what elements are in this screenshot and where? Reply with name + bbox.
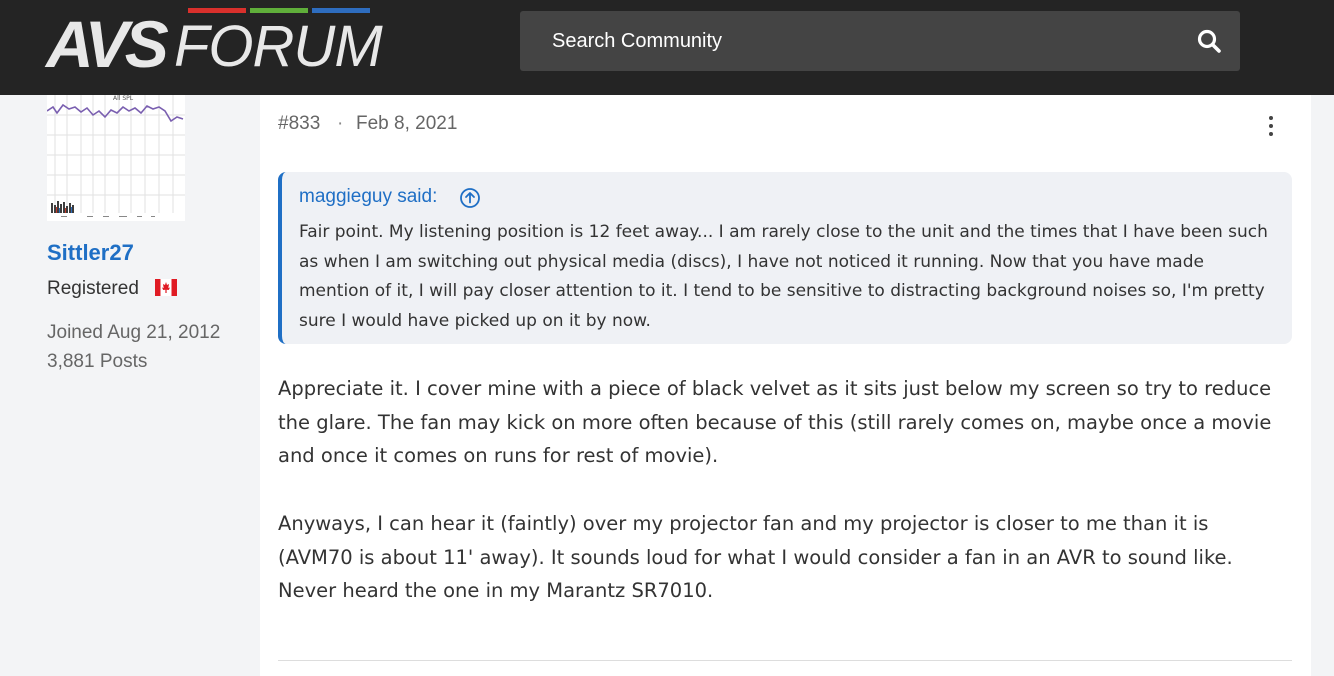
- canada-flag-icon: [155, 279, 177, 296]
- site-header: AVS FORUM Search Community: [0, 0, 1334, 95]
- post-number-link[interactable]: #833: [278, 113, 320, 135]
- user-role: Registered: [47, 278, 139, 299]
- arrow-up-circle-icon[interactable]: [459, 187, 481, 209]
- logo-forum-text: FORUM: [174, 14, 383, 79]
- site-logo[interactable]: AVS FORUM: [46, 7, 386, 81]
- quote-author-link[interactable]: maggieguy said:: [299, 186, 437, 208]
- more-vertical-icon[interactable]: [1263, 113, 1279, 139]
- post-meta-separator: ·: [337, 113, 344, 134]
- search-input[interactable]: Search Community: [520, 11, 1240, 71]
- search-placeholder: Search Community: [552, 30, 723, 52]
- post-count: 3,881 Posts: [47, 351, 148, 372]
- post-card: #833 · Feb 8, 2021 maggieguy said: Fair …: [260, 95, 1311, 676]
- post-date[interactable]: Feb 8, 2021: [356, 113, 457, 135]
- avatar-caption: All SPL: [113, 95, 134, 102]
- quote-block: maggieguy said: Fair point. My listening…: [278, 172, 1292, 344]
- quote-text: Fair point. My listening position is 12 …: [299, 222, 1268, 331]
- avatar-graph-image: All SPL: [47, 95, 185, 221]
- post-paragraph-1: Appreciate it. I cover mine with a piece…: [278, 377, 1272, 467]
- post-paragraph-2: Anyways, I can hear it (faintly) over my…: [278, 512, 1233, 602]
- username-link[interactable]: Sittler27: [47, 240, 134, 266]
- join-date: Joined Aug 21, 2012: [47, 322, 221, 343]
- logo-avs-text: AVS: [46, 7, 169, 81]
- logo-stripes: [188, 8, 370, 13]
- avatar[interactable]: All SPL: [47, 95, 185, 221]
- post-divider: [278, 660, 1292, 661]
- search-icon[interactable]: [1196, 28, 1222, 54]
